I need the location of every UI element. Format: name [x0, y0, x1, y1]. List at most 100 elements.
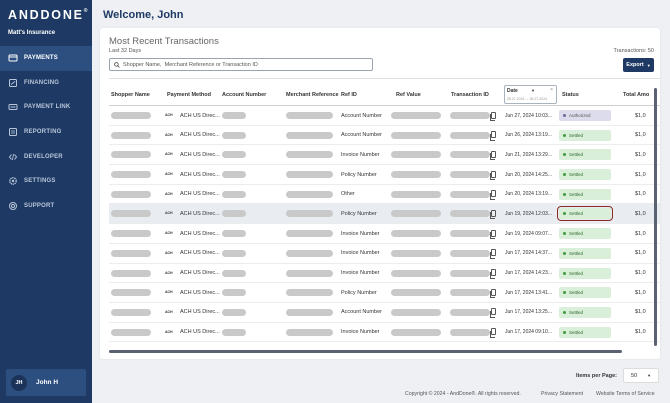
user-menu[interactable]: JH John H	[6, 369, 86, 396]
developer-icon	[8, 152, 18, 162]
table-row[interactable]: ACH ACH US Direc... Invoice Number Jun 17, …	[109, 244, 660, 264]
copy-icon[interactable]	[490, 111, 496, 121]
redacted-value	[450, 190, 490, 198]
column-header[interactable]: Ref Value	[396, 92, 421, 98]
status-badge: Settled	[559, 228, 611, 240]
redacted-value	[391, 269, 441, 277]
copy-icon[interactable]	[490, 150, 496, 161]
table-row[interactable]: ACH ACH US Direc... Account Number Jun 17, …	[109, 303, 660, 323]
redacted-value	[450, 269, 490, 277]
redacted-value	[111, 112, 151, 119]
date-filter-range: 05-27-2024 → 06-27-2024	[507, 97, 547, 101]
copy-icon[interactable]	[490, 229, 496, 240]
search-input[interactable]	[123, 61, 363, 68]
transaction-date: Jun 17, 2024 09:10...	[505, 329, 552, 336]
date-range-label: Last 32 Days	[109, 48, 142, 54]
vertical-scrollbar[interactable]	[654, 88, 657, 346]
clear-icon[interactable]: ×	[550, 87, 553, 93]
payment-method: ACH US Direc...	[180, 289, 220, 296]
redacted-value	[222, 190, 246, 198]
ref-id: Policy Number	[341, 171, 377, 178]
copyright-text: Copyright © 2024 - AndDone®. All rights …	[405, 391, 521, 397]
redacted-value	[222, 210, 246, 218]
redacted-value	[111, 249, 151, 257]
table-row[interactable]: ACH ACH US Direc... Invoice Number Jun 19, …	[109, 224, 660, 244]
sidebar-item-reporting[interactable]: REPORTING	[0, 120, 92, 145]
table-row[interactable]: ACH ACH US Direc... Policy Number Jun 19, 2…	[109, 204, 660, 225]
sidebar-item-support[interactable]: SUPPORT	[0, 194, 92, 219]
search-box[interactable]	[109, 58, 373, 71]
table-row[interactable]: ACH ACH US Direc... Invoice Number Jun 21, …	[109, 145, 660, 166]
chevron-down-icon: ▼	[647, 373, 652, 378]
copy-icon[interactable]	[490, 249, 496, 259]
redacted-value	[222, 308, 246, 316]
privacy-link[interactable]: Privacy Statement	[541, 391, 583, 397]
redacted-value	[391, 308, 441, 316]
payment-link-icon	[8, 102, 18, 112]
sidebar-item-payment-link[interactable]: PAYMENT LINK	[0, 95, 92, 120]
copy-icon[interactable]	[490, 190, 496, 200]
column-header[interactable]: Merchant Reference	[286, 92, 339, 98]
table-row[interactable]: ACH ACH US Direc... Other Jun 20, 2024 13:1…	[109, 185, 660, 205]
chevron-down-icon: ▼	[646, 62, 651, 68]
table-row[interactable]: ACH ACH US Direc... Policy Number Jun 20, 2…	[109, 165, 660, 185]
redacted-value	[450, 328, 490, 336]
ach-badge-icon: ACH	[165, 152, 173, 157]
column-header[interactable]: Shopper Name	[111, 92, 150, 98]
copy-icon[interactable]	[490, 308, 496, 318]
sidebar-item-label: REPORTING	[24, 129, 62, 136]
transaction-date: Jun 19, 2024 12:03...	[505, 210, 552, 217]
copy-icon[interactable]	[490, 209, 496, 220]
ach-badge-icon: ACH	[165, 172, 173, 177]
anddone-logo[interactable]: ANDDONE®	[8, 8, 87, 22]
table-row[interactable]: ACH ACH US Direc... Invoice Number Jun 17, …	[109, 323, 660, 343]
support-icon	[8, 201, 18, 211]
redacted-value	[450, 308, 490, 316]
copy-icon[interactable]	[490, 170, 496, 181]
status-badge: Settled	[557, 206, 613, 222]
sidebar-item-financing[interactable]: FINANCING	[0, 71, 92, 96]
ref-id: Account Number	[341, 112, 382, 119]
sidebar-item-payments[interactable]: PAYMENTS	[0, 46, 92, 71]
redacted-value	[391, 131, 441, 139]
items-per-page-select[interactable]: 50 ▼	[623, 368, 659, 383]
copy-icon[interactable]	[490, 288, 496, 299]
payment-method: ACH US Direc...	[180, 151, 220, 158]
column-header[interactable]: Transaction ID	[451, 92, 489, 98]
copy-icon[interactable]	[490, 269, 496, 279]
redacted-value	[111, 151, 151, 159]
transaction-date: Jun 17, 2024 13:25...	[505, 309, 552, 316]
column-header[interactable]: Ref ID	[341, 92, 357, 98]
redacted-value	[111, 308, 151, 316]
transaction-date: Jun 17, 2024 13:41...	[505, 289, 552, 296]
date-filter[interactable]: Date ▼ × 05-27-2024 → 06-27-2024	[504, 85, 557, 104]
table-row[interactable]: ACH ACH US Direc... Account Number Jun 27, …	[109, 106, 660, 126]
table-row[interactable]: ACH ACH US Direc... Invoice Number Jun 17, …	[109, 264, 660, 284]
ref-id: Invoice Number	[341, 151, 380, 158]
column-header[interactable]: Status	[562, 92, 579, 98]
column-header[interactable]: Total Amo	[623, 92, 649, 98]
terms-link[interactable]: Website Terms of Service	[596, 391, 655, 397]
sidebar-item-developer[interactable]: DEVELOPER	[0, 144, 92, 169]
redacted-value	[391, 249, 441, 257]
sidebar-item-label: SUPPORT	[24, 202, 55, 209]
transaction-date: Jun 26, 2024 13:19...	[505, 132, 552, 139]
chevron-down-icon[interactable]: ▼	[531, 88, 535, 93]
table-row[interactable]: ACH ACH US Direc... Account Number Jun 26, …	[109, 126, 660, 146]
total-amount: $1,0	[635, 132, 646, 139]
redacted-value	[111, 230, 151, 238]
table-row[interactable]: ACH ACH US Direc... Policy Number Jun 17, 2…	[109, 283, 660, 303]
export-button[interactable]: Export ▼	[623, 58, 654, 72]
transaction-date: Jun 19, 2024 09:07...	[505, 230, 552, 237]
column-header[interactable]: Account Number	[222, 92, 266, 98]
ref-id: Invoice Number	[341, 250, 380, 257]
copy-icon[interactable]	[490, 131, 496, 141]
divider	[109, 78, 660, 79]
sidebar-item-settings[interactable]: SETTINGS	[0, 169, 92, 194]
copy-icon[interactable]	[490, 328, 496, 338]
column-header[interactable]: Payment Method	[167, 92, 211, 98]
ach-badge-icon: ACH	[165, 250, 173, 255]
transaction-date: Jun 17, 2024 14:37...	[505, 250, 552, 257]
horizontal-scrollbar[interactable]	[109, 350, 622, 353]
payments-icon	[8, 53, 18, 63]
